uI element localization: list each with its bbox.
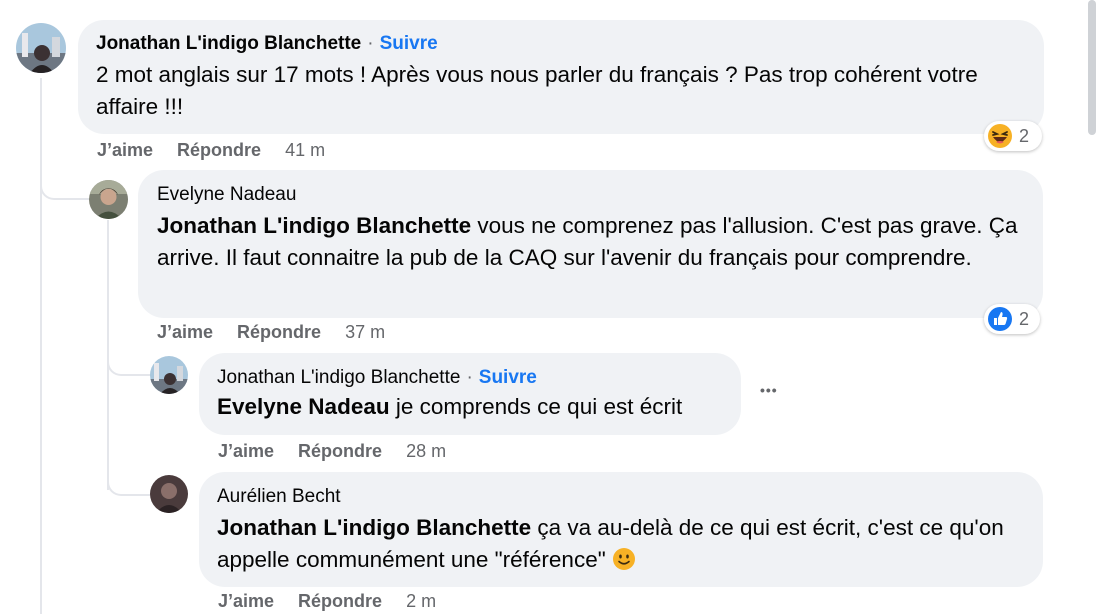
thread-elbow-reply-2 bbox=[107, 352, 151, 376]
like-reaction-icon bbox=[988, 307, 1012, 331]
comment-author[interactable]: Jonathan L'indigo Blanchette bbox=[217, 367, 460, 388]
comment-bubble: Jonathan L'indigo Blanchette · Suivre 2 mo… bbox=[78, 20, 1044, 134]
comment-author[interactable]: Aurélien Becht bbox=[217, 486, 1025, 508]
like-button[interactable]: J’aime bbox=[97, 140, 153, 160]
comment-bubble: Evelyne Nadeau Jonathan L'indigo Blanche… bbox=[138, 170, 1043, 318]
thread-line-root bbox=[40, 78, 42, 614]
avatar-photo-icon bbox=[150, 356, 188, 394]
reaction-count: 2 bbox=[1019, 308, 1030, 329]
mention-link[interactable]: Jonathan L'indigo Blanchette bbox=[217, 515, 531, 540]
avatar[interactable] bbox=[16, 23, 66, 73]
avatar-photo-icon bbox=[16, 23, 66, 73]
comment-actions: J’aime Répondre 2 m bbox=[218, 591, 436, 612]
reaction-count: 2 bbox=[1019, 125, 1030, 146]
timestamp[interactable]: 37 m bbox=[345, 322, 385, 342]
laugh-reaction-icon bbox=[988, 124, 1012, 148]
mention-link[interactable]: Evelyne Nadeau bbox=[217, 394, 390, 419]
follow-button[interactable]: Suivre bbox=[479, 367, 537, 388]
like-button[interactable]: J’aime bbox=[218, 591, 274, 611]
comment-text: je comprends ce qui est écrit bbox=[389, 394, 683, 419]
comment-actions: J’aime Répondre 28 m bbox=[218, 441, 446, 462]
like-button[interactable]: J’aime bbox=[157, 322, 213, 342]
timestamp[interactable]: 28 m bbox=[406, 441, 446, 461]
avatar-photo-icon bbox=[89, 180, 128, 219]
comment-bubble: Aurélien Becht Jonathan L'indigo Blanche… bbox=[199, 472, 1043, 587]
avatar[interactable] bbox=[150, 356, 188, 394]
comment-bubble: Jonathan L'indigo Blanchette · Suivre Evel… bbox=[199, 353, 741, 435]
reply-button[interactable]: Répondre bbox=[298, 441, 382, 461]
avatar[interactable] bbox=[150, 475, 188, 513]
like-button[interactable]: J’aime bbox=[218, 441, 274, 461]
separator: · bbox=[367, 33, 374, 54]
comment-actions: J’aime Répondre 41 m bbox=[97, 140, 325, 161]
timestamp[interactable]: 41 m bbox=[285, 140, 325, 160]
reply-button[interactable]: Répondre bbox=[177, 140, 261, 160]
separator: · bbox=[466, 367, 473, 388]
follow-button[interactable]: Suivre bbox=[380, 33, 438, 54]
reply-button[interactable]: Répondre bbox=[298, 591, 382, 611]
thread-elbow-reply-1 bbox=[40, 178, 90, 200]
timestamp[interactable]: 2 m bbox=[406, 591, 436, 611]
avatar-photo-icon bbox=[150, 475, 188, 513]
scrollbar-thumb[interactable] bbox=[1088, 0, 1096, 135]
reaction-summary[interactable]: 2 bbox=[984, 121, 1042, 151]
comment-actions: J’aime Répondre 37 m bbox=[157, 322, 385, 343]
avatar[interactable] bbox=[89, 180, 128, 219]
comment-text: 2 mot anglais sur 17 mots ! Après vous n… bbox=[96, 62, 978, 119]
mention-link[interactable]: Jonathan L'indigo Blanchette bbox=[157, 213, 471, 238]
smile-emoji-icon bbox=[612, 548, 635, 570]
reaction-summary[interactable]: 2 bbox=[984, 304, 1040, 334]
comment-author[interactable]: Evelyne Nadeau bbox=[157, 184, 1023, 206]
more-options-icon[interactable]: ••• bbox=[760, 382, 778, 398]
thread-elbow-reply-3 bbox=[107, 472, 151, 496]
comment-author[interactable]: Jonathan L'indigo Blanchette bbox=[96, 33, 361, 54]
reply-button[interactable]: Répondre bbox=[237, 322, 321, 342]
